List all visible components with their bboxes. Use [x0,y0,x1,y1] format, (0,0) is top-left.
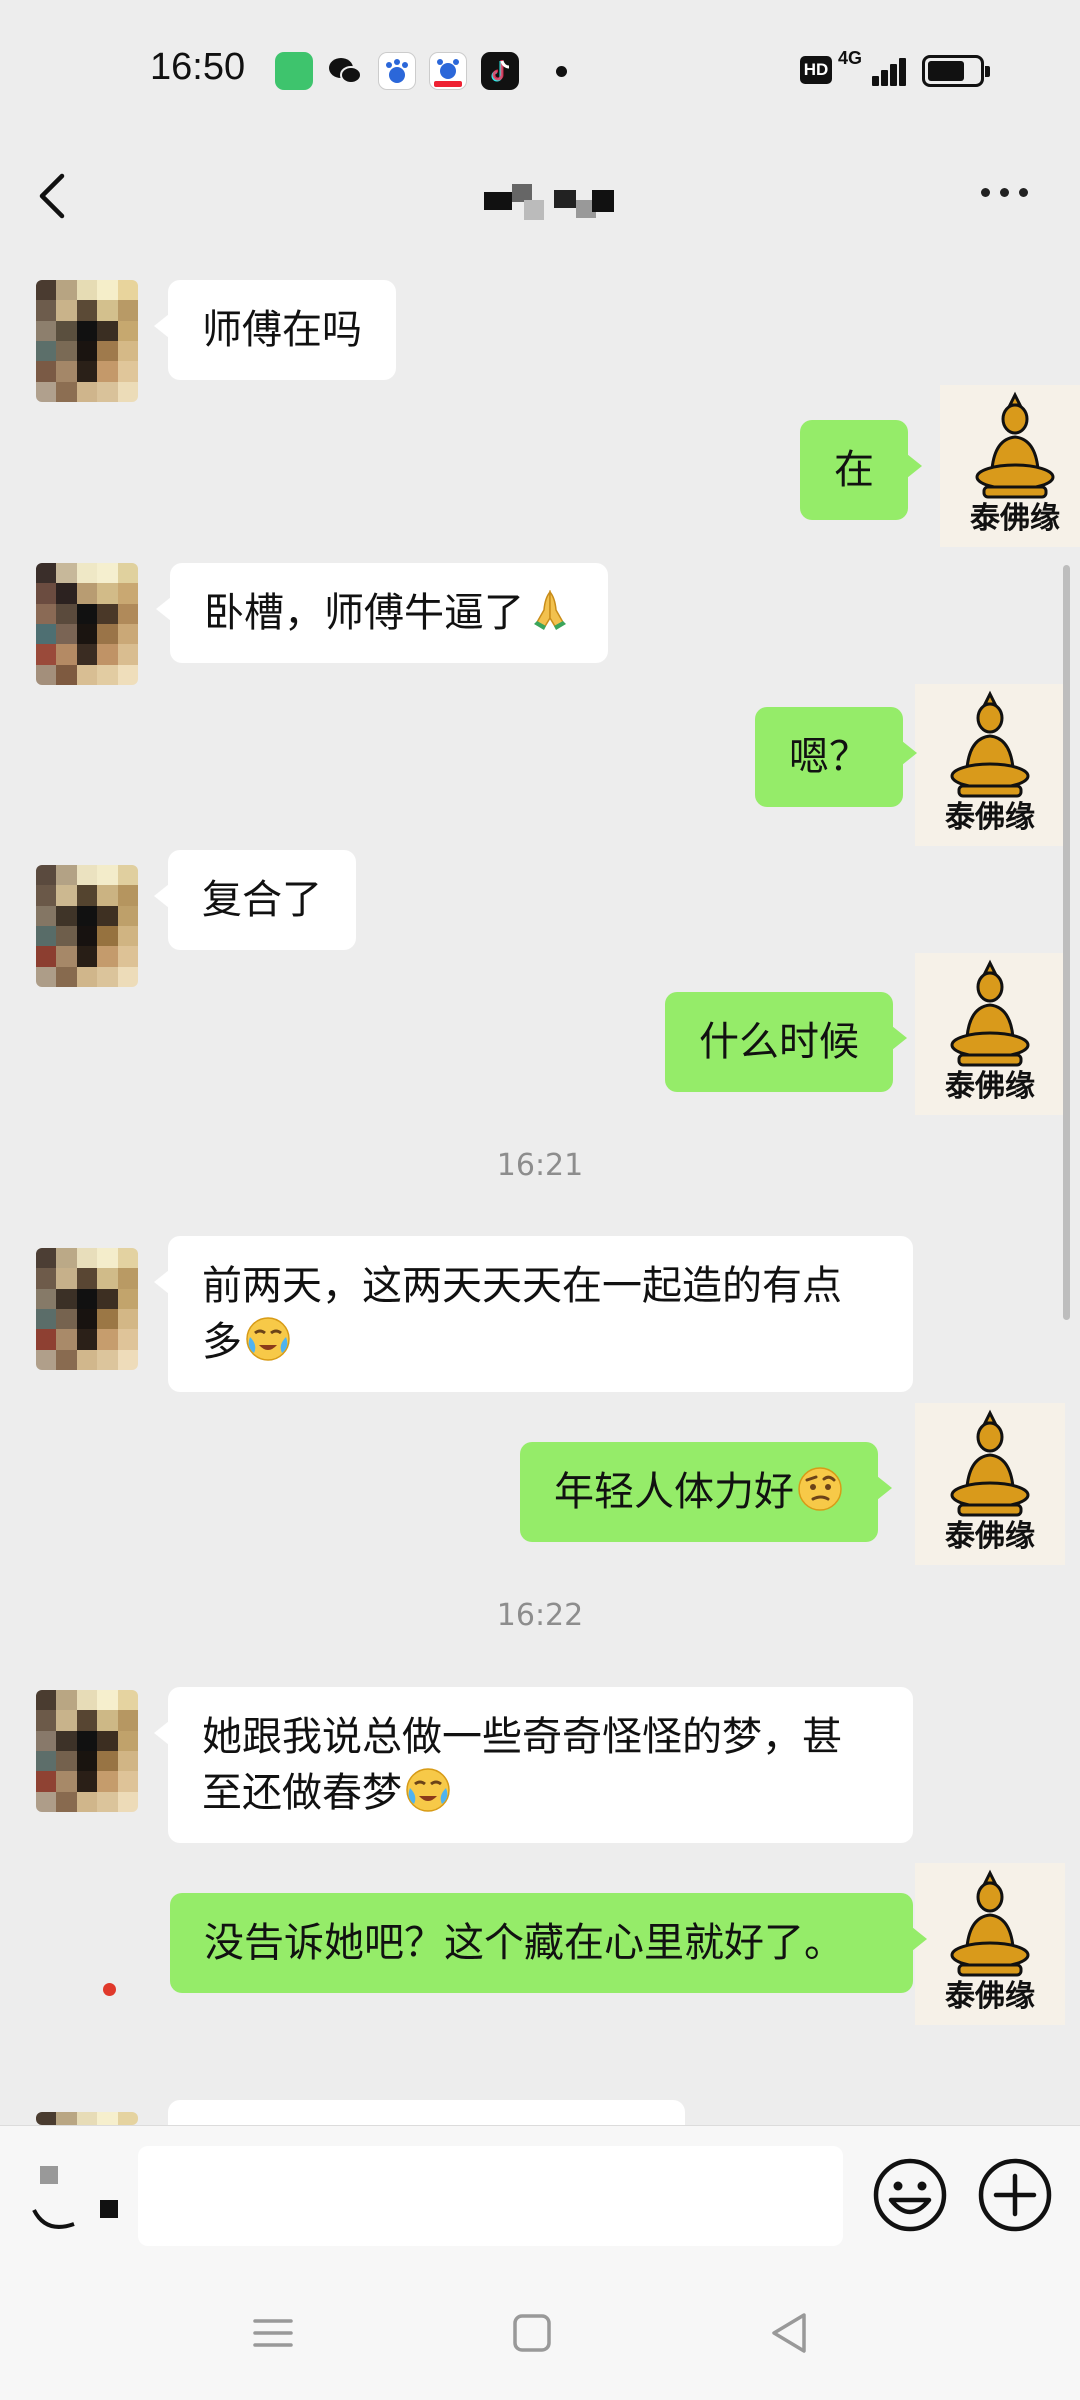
raised-eyebrow-emoji-icon [796,1465,844,1513]
my-avatar[interactable]: 泰佛缘 [915,684,1065,846]
chevron-left-icon[interactable] [30,160,90,230]
status-bar: 16:50 HD 4G [0,0,1080,140]
battery-icon [922,55,990,87]
message-text: 卧槽，师傅牛逼了 [204,590,524,636]
sent-message[interactable]: 什么时候 [665,992,907,1092]
received-message[interactable]: 卧槽，师傅牛逼了 [156,563,608,663]
system-nav-bar [0,2265,1080,2400]
message-input[interactable] [138,2146,843,2246]
my-avatar-label: 泰佛缘 [945,800,1035,835]
pray-emoji-icon [526,586,574,634]
crying-emoji-icon [404,1766,452,1814]
sent-message[interactable]: 在 [800,420,922,520]
contact-avatar[interactable] [36,280,138,402]
baidu-red-icon [429,52,467,90]
sent-message[interactable]: 年轻人体力好 [520,1442,892,1542]
my-avatar[interactable]: 泰佛缘 [915,953,1065,1115]
menu-icon[interactable] [243,2303,303,2363]
my-avatar-label: 泰佛缘 [945,1979,1035,2014]
baidu-icon [378,52,416,90]
status-time: 16:50 [150,46,246,88]
message-text: 复合了 [202,877,322,923]
message-text: 在 [834,447,874,493]
contact-avatar[interactable] [36,1248,138,1370]
wechat-mini-program-icon [275,52,313,90]
back-triangle-icon[interactable] [760,2303,820,2363]
sent-message[interactable]: 嗯？ [755,707,917,807]
timestamp: 16:22 [496,1598,584,1633]
more-dots-icon[interactable] [975,178,1035,208]
input-bar [0,2125,1080,2265]
notification-dot [556,66,567,77]
contact-avatar[interactable] [36,563,138,685]
received-message[interactable]: 她跟我说总做一些奇奇怪怪的梦，甚至还做春梦 [154,1687,913,1843]
scrollbar[interactable] [1063,565,1070,1320]
message-text: 年轻人体力好 [554,1469,794,1515]
message-text: 没告诉她吧？这个藏在心里就好了。 [204,1920,844,1966]
message-text: 什么时候 [699,1019,859,1065]
my-avatar[interactable]: 泰佛缘 [915,1403,1065,1565]
wechat-icon [326,52,364,90]
tiktok-icon [481,52,519,90]
my-avatar-label: 泰佛缘 [945,1519,1035,1554]
crying-emoji-icon [244,1315,292,1363]
signal-icon [858,56,906,86]
message-text: 嗯？ [789,734,869,780]
timestamp: 16:21 [496,1148,584,1183]
sent-message[interactable]: 没告诉她吧？这个藏在心里就好了。 [170,1893,927,1993]
message-text: 前两天，这两天天天在一起造的有点多 [202,1263,842,1365]
my-avatar[interactable]: 泰佛缘 [915,1863,1065,2025]
message-text: 她跟我说总做一些奇奇怪怪的梦，甚至还做春梦 [202,1714,842,1816]
contact-avatar[interactable] [36,1690,138,1812]
contact-name-pixelated [480,180,630,220]
contact-avatar-partial[interactable] [36,2112,138,2125]
my-avatar[interactable]: 泰佛缘 [940,385,1080,547]
smiley-icon[interactable] [871,2156,949,2234]
unread-dot [103,1983,116,1996]
chat-header [0,140,1080,250]
received-message[interactable]: 师傅在吗 [154,280,396,380]
home-square-icon[interactable] [502,2303,562,2363]
message-text: 师傅在吗 [202,307,362,353]
partial-received-message [168,2100,685,2125]
my-avatar-label: 泰佛缘 [970,501,1060,536]
my-avatar-label: 泰佛缘 [945,1069,1035,1104]
plus-circle-icon[interactable] [976,2156,1054,2234]
received-message[interactable]: 复合了 [154,850,356,950]
voice-icon[interactable] [28,2164,124,2234]
contact-avatar[interactable] [36,865,138,987]
received-message[interactable]: 前两天，这两天天天在一起造的有点多 [154,1236,913,1392]
hd-badge: HD [800,56,832,84]
